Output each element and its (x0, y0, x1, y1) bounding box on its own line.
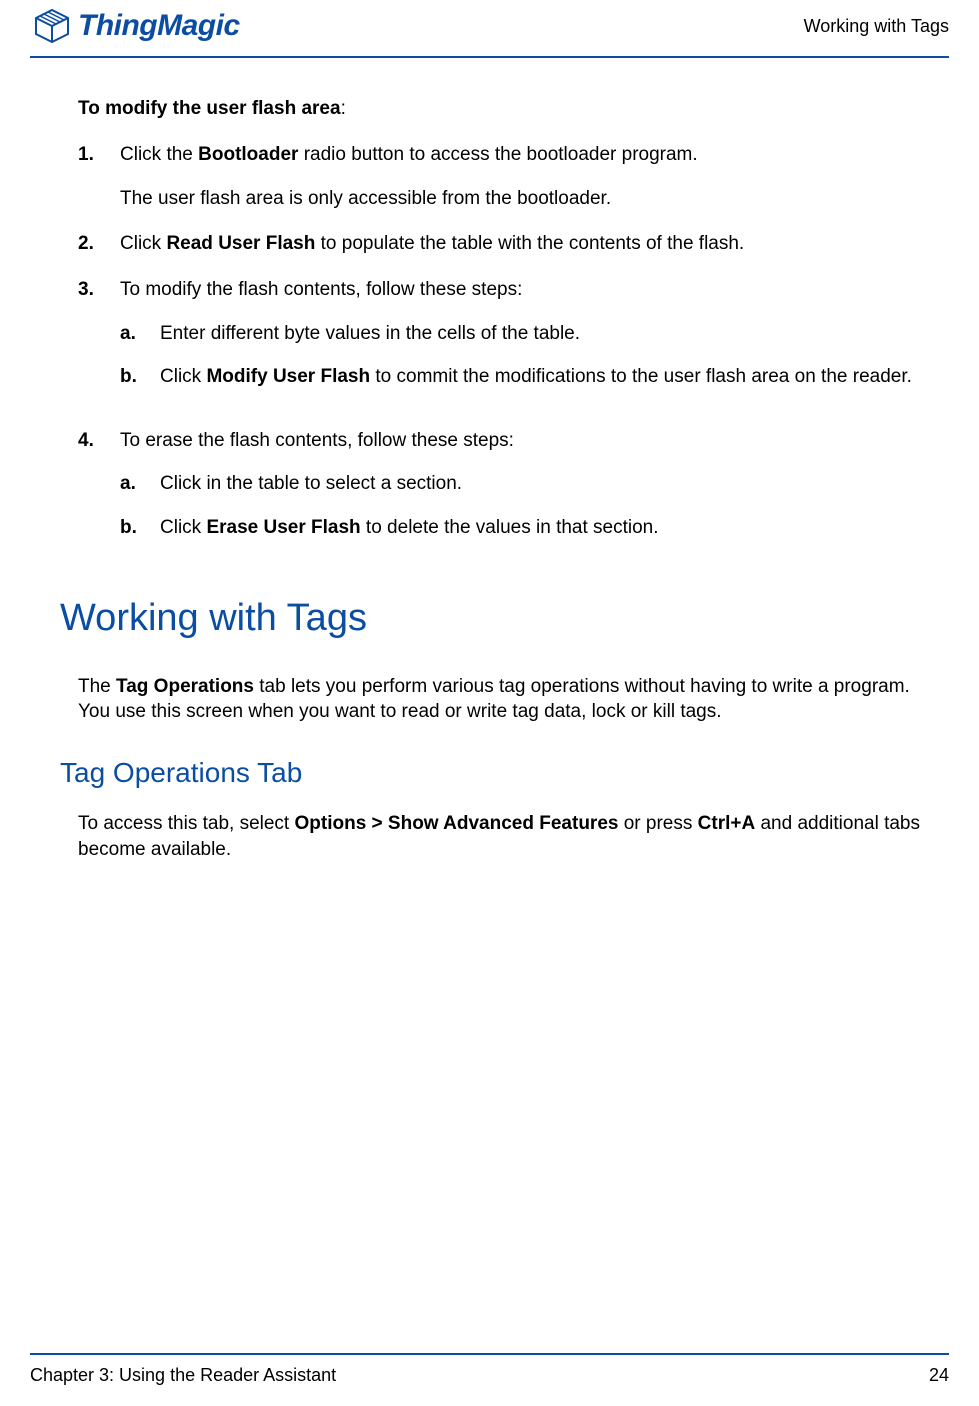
substep-marker: b. (120, 515, 160, 541)
step-marker: 3. (78, 277, 120, 408)
header-section-title: Working with Tags (804, 16, 949, 37)
substep-marker: a. (120, 471, 160, 497)
step-text: Click the Bootloader radio button to acc… (120, 142, 939, 168)
intro-prefix: To modify the user flash area (78, 98, 341, 119)
substep-a: a. Click in the table to select a sectio… (120, 471, 939, 497)
intro-heading: To modify the user flash area: (78, 98, 939, 120)
substep-b: b. Click Modify User Flash to commit the… (120, 364, 939, 390)
brand-name: ThingMagic (78, 9, 240, 43)
page-header: ThingMagic Working with Tags (30, 0, 949, 56)
heading-1: Working with Tags (60, 597, 939, 640)
step-text: Click Read User Flash to populate the ta… (120, 231, 939, 257)
step-text: To modify the flash contents, follow the… (120, 277, 939, 303)
substep-a: a. Enter different byte values in the ce… (120, 321, 939, 347)
main-content: To modify the user flash area: 1. Click … (30, 98, 949, 862)
substep-text: Click Erase User Flash to delete the val… (160, 515, 659, 541)
step-4: 4. To erase the flash contents, follow t… (78, 428, 939, 559)
header-divider (30, 56, 949, 58)
substep-text: Click in the table to select a section. (160, 471, 462, 497)
steps-list: 1. Click the Bootloader radio button to … (78, 142, 939, 559)
step-marker: 1. (78, 142, 120, 211)
substep-b: b. Click Erase User Flash to delete the … (120, 515, 939, 541)
step-1: 1. Click the Bootloader radio button to … (78, 142, 939, 211)
step-note: The user flash area is only accessible f… (120, 186, 939, 212)
step-marker: 4. (78, 428, 120, 559)
page-footer: Chapter 3: Using the Reader Assistant 24 (0, 1353, 979, 1406)
substep-marker: b. (120, 364, 160, 390)
intro-colon: : (341, 98, 346, 119)
step-2: 2. Click Read User Flash to populate the… (78, 231, 939, 257)
heading-2: Tag Operations Tab (60, 757, 939, 789)
substep-text: Enter different byte values in the cells… (160, 321, 580, 347)
footer-page-number: 24 (929, 1365, 949, 1386)
footer-chapter: Chapter 3: Using the Reader Assistant (30, 1365, 336, 1386)
substep-text: Click Modify User Flash to commit the mo… (160, 364, 912, 390)
brand-logo: ThingMagic (30, 4, 240, 48)
cube-icon (30, 4, 74, 48)
step-3: 3. To modify the flash contents, follow … (78, 277, 939, 408)
paragraph: The Tag Operations tab lets you perform … (78, 674, 939, 725)
substeps-list: a. Enter different byte values in the ce… (120, 321, 939, 390)
substeps-list: a. Click in the table to select a sectio… (120, 471, 939, 540)
substep-marker: a. (120, 321, 160, 347)
paragraph: To access this tab, select Options > Sho… (78, 811, 939, 862)
step-text: To erase the flash contents, follow thes… (120, 428, 939, 454)
footer-divider (30, 1353, 949, 1355)
step-marker: 2. (78, 231, 120, 257)
